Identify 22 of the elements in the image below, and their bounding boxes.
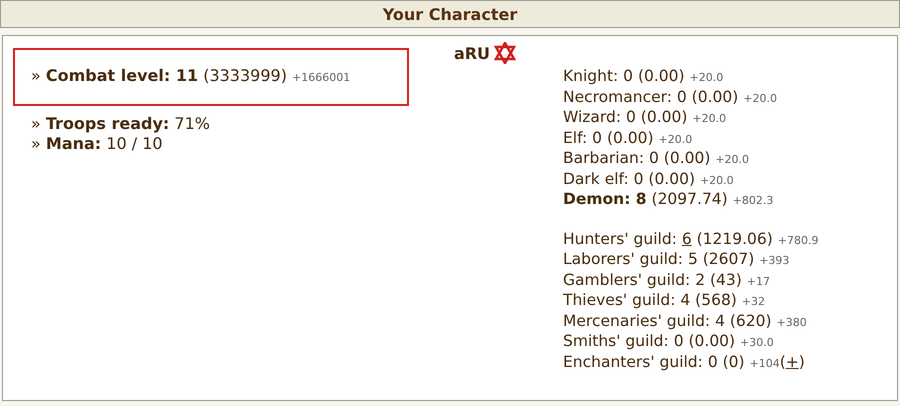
- faction-stat: Knight: 0 (0.00) +20.0: [563, 67, 724, 85]
- stat-line: » Troops ready: 71%: [31, 114, 210, 133]
- star-emblem-icon: [494, 42, 516, 64]
- guild-stat: Enchanters' guild: 0 (0) +104(+): [563, 352, 805, 370]
- guild-stat: Thieves' guild: 4 (568) +32: [563, 291, 766, 309]
- faction-stat: Demon: 8 (2097.74) +802.3: [563, 190, 774, 208]
- level-link[interactable]: 6: [682, 230, 692, 248]
- guild-stat: Laborers' guild: 5 (2607) +393: [563, 250, 790, 268]
- faction-stat: Wizard: 0 (0.00) +20.0: [563, 108, 726, 126]
- header-title: Your Character: [382, 4, 518, 24]
- guild-stat: Gamblers' guild: 2 (43) +17: [563, 270, 770, 288]
- add-link[interactable]: +: [786, 352, 799, 370]
- guild-stat: Mercenaries' guild: 4 (620) +380: [563, 312, 807, 330]
- faction-stat: Necromancer: 0 (0.00) +20.0: [563, 88, 777, 106]
- faction-stat: Barbarian: 0 (0.00) +20.0: [563, 149, 750, 167]
- faction-stat: Elf: 0 (0.00) +20.0: [563, 128, 692, 146]
- stat-line: » Combat level: 11 (3333999) +1666001: [31, 66, 350, 87]
- character-name: aRU: [454, 44, 490, 62]
- guild-stat: Smiths' guild: 0 (0.00) +30.0: [563, 332, 774, 350]
- guild-stat: Hunters' guild: 6 (1219.06) +780.9: [563, 230, 818, 248]
- faction-stat: Dark elf: 0 (0.00) +20.0: [563, 170, 734, 188]
- stat-line: » Mana: 10 / 10: [31, 134, 163, 153]
